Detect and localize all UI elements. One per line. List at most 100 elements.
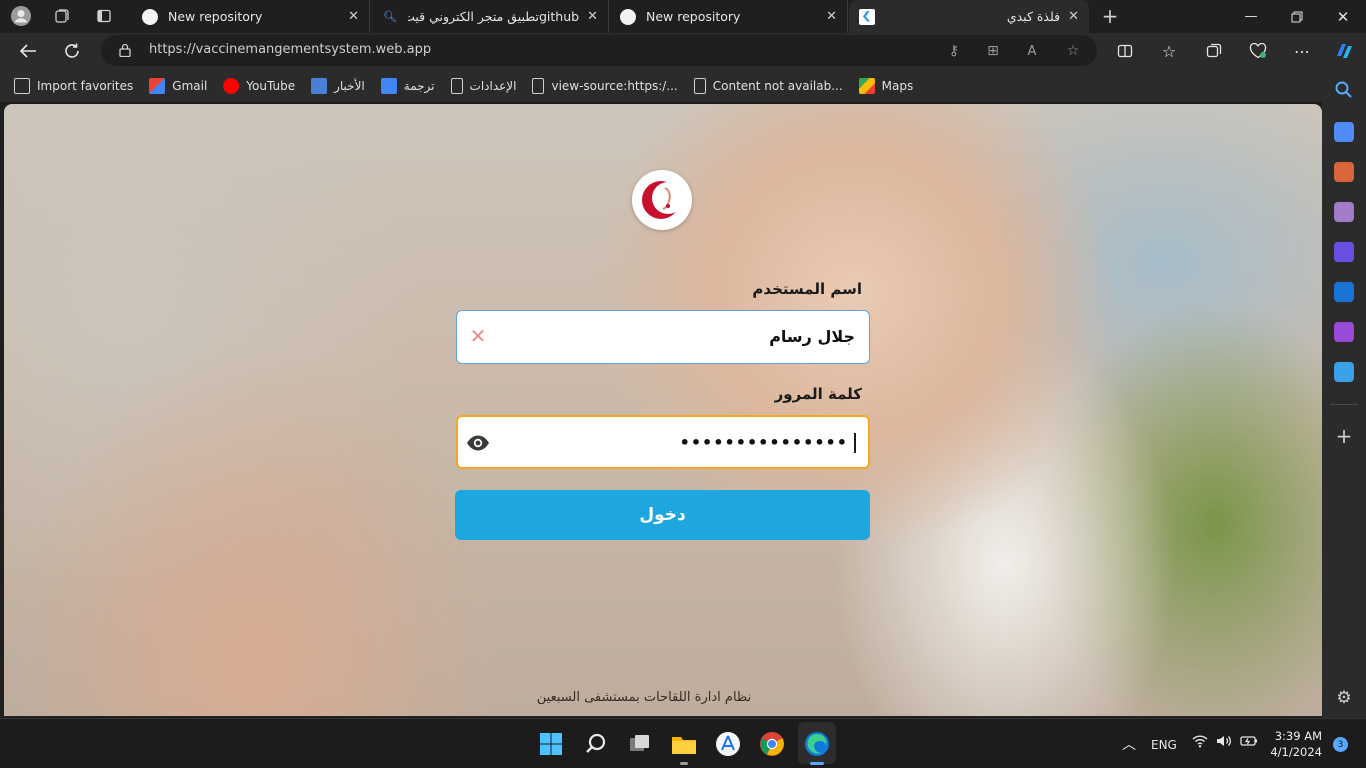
bookmark-maps[interactable]: Maps	[858, 77, 913, 94]
battery-charging-icon[interactable]	[1240, 734, 1258, 751]
bookmark-translate[interactable]: ترجمة	[380, 77, 435, 94]
bookmark-label: ترجمة	[403, 78, 435, 93]
clock[interactable]: 3:39 AM 4/1/2024	[1270, 728, 1322, 760]
key-icon[interactable]: ⚷	[943, 40, 965, 62]
bookmark-label: YouTube	[246, 78, 296, 93]
youtube-icon	[223, 77, 240, 94]
settings-gear-icon[interactable]: ⚙	[1334, 688, 1354, 708]
maps-icon	[858, 77, 875, 94]
add-icon[interactable]: +	[1334, 424, 1354, 448]
tab-new-repository-2[interactable]: New repository ✕	[610, 0, 848, 33]
shopping-tag-icon[interactable]	[1334, 122, 1354, 142]
search-icon: 🔍︎	[383, 10, 397, 23]
bookmark-youtube[interactable]: YouTube	[223, 77, 296, 94]
drop-icon[interactable]	[1334, 362, 1354, 382]
games-icon[interactable]	[1334, 202, 1354, 222]
page-icon	[693, 77, 706, 94]
more-menu-icon[interactable]: ⋯	[1288, 37, 1316, 65]
username-value[interactable]: جلال رسام	[769, 327, 855, 346]
clear-input-icon[interactable]: ✕	[467, 324, 489, 348]
username-field[interactable]: جلال رسام ✕	[456, 310, 870, 364]
hospital-logo	[632, 170, 692, 230]
app-store-icon[interactable]	[714, 730, 742, 758]
bookmark-label: Import favorites	[37, 78, 134, 93]
show-password-eye-icon[interactable]	[466, 432, 490, 454]
bookmark-settings[interactable]: الإعدادات	[450, 77, 517, 94]
tab-new-repository-1[interactable]: New repository ✕	[132, 0, 370, 33]
page-viewport: اسم المستخدم جلال رسام ✕ كلمة المرور •••…	[4, 104, 1322, 716]
address-bar[interactable]: https://vaccinemangementsystem.web.app ⚷…	[101, 35, 1097, 66]
news-icon	[311, 77, 328, 94]
clock-date: 4/1/2024	[1270, 745, 1322, 759]
browser-essentials-icon[interactable]	[1244, 37, 1272, 65]
bookmark-label: Gmail	[172, 78, 208, 93]
designer-icon[interactable]	[1334, 322, 1354, 342]
tab-strip: New repository ✕ 🔍︎ githubتطبيق متجر الك…	[0, 0, 1366, 33]
search-icon[interactable]	[582, 730, 610, 758]
bookmark-gmail[interactable]: Gmail	[149, 77, 208, 94]
footer-text: نظام ادارة اللقاحات بمستشفى السبعين	[536, 690, 752, 705]
gmail-icon	[149, 77, 166, 94]
profile-avatar-icon[interactable]	[9, 5, 33, 27]
login-button[interactable]: دخول	[455, 490, 870, 540]
show-hidden-icons-chevron[interactable]: ︿	[1122, 734, 1136, 754]
translate-icon	[380, 77, 397, 94]
windows-start-icon[interactable]	[537, 730, 565, 758]
bookmark-content-not-available[interactable]: Content not availab...	[693, 77, 843, 94]
favorites-icon[interactable]: ☆	[1155, 37, 1183, 65]
lock-icon[interactable]	[119, 43, 131, 57]
github-icon	[620, 8, 636, 25]
bookmarks-bar: Import favorites Gmail YouTube الأخبار ت…	[0, 69, 1366, 102]
collections-icon[interactable]	[1200, 37, 1228, 65]
workspaces-icon[interactable]	[50, 5, 74, 27]
tab-actions-icon[interactable]	[92, 5, 116, 27]
password-value[interactable]: •••••••••••••••	[680, 433, 848, 452]
chrome-icon[interactable]	[758, 730, 786, 758]
tab-title: فلذة كبدي	[1006, 9, 1061, 24]
wifi-icon[interactable]	[1192, 734, 1208, 751]
password-label: كلمة المرور	[774, 385, 862, 403]
edge-sidebar: + ⚙	[1322, 81, 1366, 718]
tools-briefcase-icon[interactable]	[1334, 162, 1354, 182]
apps-icon[interactable]: ⊞	[982, 40, 1004, 62]
microsoft-365-icon[interactable]	[1334, 242, 1354, 262]
password-field[interactable]: •••••••••••••••	[456, 415, 870, 469]
minimize-icon[interactable]: —	[1228, 0, 1274, 33]
close-window-icon[interactable]: ✕	[1320, 0, 1366, 33]
running-indicator	[680, 762, 688, 765]
search-icon[interactable]	[1334, 80, 1354, 100]
bookmark-view-source[interactable]: view-source:https:/...	[532, 77, 678, 94]
restore-icon[interactable]	[1274, 0, 1320, 33]
split-screen-icon[interactable]	[1111, 37, 1139, 65]
file-explorer-icon[interactable]	[670, 730, 698, 758]
address-bar-row: https://vaccinemangementsystem.web.app ⚷…	[0, 33, 1366, 69]
tab-title: githubتطبيق متجر الكتروني قيت هب	[408, 9, 580, 24]
read-aloud-icon[interactable]: A	[1021, 40, 1043, 62]
favorite-star-icon[interactable]: ☆	[1062, 40, 1084, 62]
language-indicator[interactable]: ENG	[1151, 738, 1177, 752]
back-arrow-icon[interactable]	[14, 37, 42, 65]
copilot-icon[interactable]	[1330, 37, 1358, 65]
page-icon	[450, 77, 463, 94]
url-text[interactable]: https://vaccinemangementsystem.web.app	[149, 42, 431, 57]
bookmark-label: الإعدادات	[469, 78, 517, 93]
bookmark-import-favorites[interactable]: Import favorites	[14, 77, 134, 94]
close-tab-icon[interactable]: ✕	[1068, 9, 1079, 24]
close-tab-icon[interactable]: ✕	[348, 9, 359, 24]
task-view-icon[interactable]	[626, 730, 654, 758]
notification-badge[interactable]: 3	[1333, 737, 1348, 752]
bookmark-news[interactable]: الأخبار	[311, 77, 365, 94]
bookmark-label: Content not availab...	[712, 78, 843, 93]
new-tab-button[interactable]: +	[1098, 4, 1122, 28]
page-icon	[532, 77, 545, 94]
outlook-icon[interactable]	[1334, 282, 1354, 302]
close-tab-icon[interactable]: ✕	[587, 9, 598, 24]
edge-browser-icon[interactable]	[803, 730, 831, 758]
github-icon	[142, 8, 158, 25]
volume-icon[interactable]	[1216, 734, 1232, 751]
close-tab-icon[interactable]: ✕	[826, 9, 837, 24]
refresh-icon[interactable]	[58, 37, 86, 65]
tab-active-vaccine-app[interactable]: فلذة كبدي ✕	[849, 0, 1089, 33]
clock-time: 3:39 AM	[1274, 729, 1322, 743]
tab-github-search[interactable]: 🔍︎ githubتطبيق متجر الكتروني قيت هب ✕	[372, 0, 609, 33]
